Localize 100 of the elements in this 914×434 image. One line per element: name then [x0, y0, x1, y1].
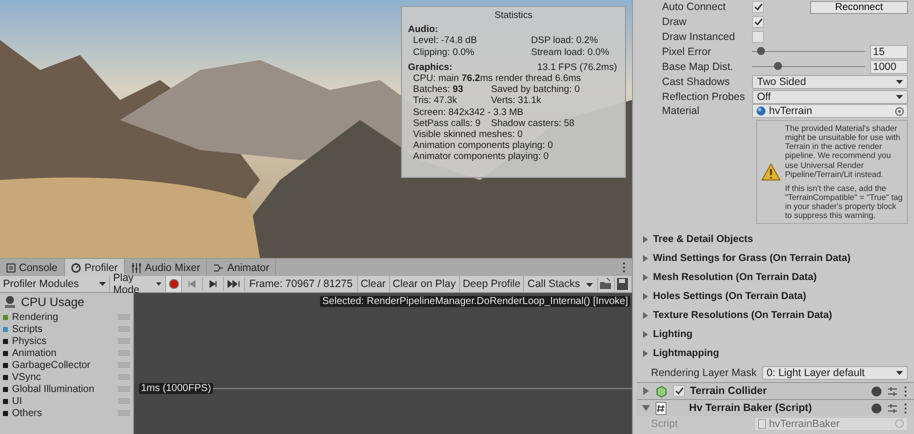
drag-handle-icon[interactable]: [118, 410, 130, 416]
caret-icon[interactable]: [583, 277, 598, 291]
foldout-arrow-icon: [642, 331, 649, 338]
selected-sample-label: Selected: RenderPipelineManager.DoRenderLoop_Internal() [Invoke]: [320, 296, 630, 307]
call-stacks-button[interactable]: Call Stacks: [523, 276, 583, 292]
drag-handle-icon[interactable]: [118, 326, 130, 332]
module-category[interactable]: GarbageCollector: [12, 360, 118, 370]
module-category[interactable]: Rendering: [12, 312, 118, 322]
stat-text: CPU: main 76.2ms render thread 6.6ms: [413, 73, 581, 84]
caret-icon: [896, 94, 903, 99]
section-heading: Graphics:: [408, 62, 452, 74]
mixer-sliders-icon: [130, 262, 142, 272]
stat-text: Verts: 31.1k: [491, 95, 542, 107]
foldout-arrow-icon: [642, 293, 649, 300]
script-icon: [655, 402, 667, 415]
foldout-arrow-icon: [642, 312, 649, 320]
load-icon[interactable]: [598, 277, 615, 291]
stat-text: Clipping: 0.0%: [413, 46, 476, 58]
more-options-icon[interactable]: [903, 402, 908, 414]
stopwatch-icon: [70, 262, 82, 273]
drag-handle-icon[interactable]: [118, 350, 130, 356]
drag-handle-icon[interactable]: [118, 386, 130, 392]
property-label: Auto Connect: [662, 1, 727, 14]
statistics-title: Statistics: [493, 10, 534, 22]
profiler-modules-dropdown[interactable]: Profiler Modules: [0, 276, 110, 292]
property-label: Draw Instanced: [662, 31, 736, 44]
drag-handle-icon[interactable]: [118, 362, 130, 368]
module-category[interactable]: Global Illumination: [12, 384, 118, 394]
module-category[interactable]: UI: [12, 396, 118, 406]
stat-text: Shadow casters: 58: [491, 118, 574, 130]
property-label: Rendering Layer Mask: [651, 366, 757, 379]
sliders-icon[interactable]: [887, 402, 898, 414]
fps-text: 13.1 FPS (76.2ms): [537, 62, 617, 74]
script-field: hvTerrainBaker: [754, 416, 908, 431]
module-title: CPU Usage: [21, 295, 84, 309]
checkbox[interactable]: [752, 16, 764, 28]
number-field[interactable]: 15: [870, 44, 908, 59]
dropdown[interactable]: Off: [752, 90, 908, 104]
stat-text: Visible skinned meshes: 0: [413, 129, 523, 140]
warning-text: The provided Material's shader might be unsuitable for use with Terrain in the active render pipeline. We recommend you use Universal Render Pipeline/Terrain/Lit instead.: [785, 124, 902, 179]
collider-cube-icon: [655, 384, 668, 398]
checkbox[interactable]: [752, 1, 764, 14]
slider-thumb[interactable]: [774, 62, 782, 70]
stat-text: SetPass calls: 9: [413, 118, 481, 130]
section-heading: Audio:: [408, 24, 440, 36]
foldout-header[interactable]: Holes Settings (On Terrain Data): [637, 287, 914, 306]
dropdown[interactable]: 0: Light Layer default: [762, 366, 908, 380]
module-category[interactable]: Scripts: [12, 324, 118, 334]
foldout-header[interactable]: Texture Resolutions (On Terrain Data): [637, 306, 914, 326]
warning-icon: [761, 163, 781, 182]
caret-icon: [156, 282, 162, 286]
foldout-header[interactable]: Mesh Resolution (On Terrain Data): [637, 268, 914, 288]
material-sphere-icon: [756, 106, 766, 116]
animator-icon: [213, 262, 224, 272]
module-category[interactable]: Physics: [12, 336, 118, 346]
component-header[interactable]: Hv Terrain Baker (Script): [637, 399, 914, 416]
checkbox[interactable]: [752, 31, 764, 44]
stat-text: Screen: 842x342 - 3.3 MB: [413, 106, 524, 118]
drag-handle-icon[interactable]: [118, 398, 130, 404]
stat-text: Animator components playing: 0: [413, 151, 549, 163]
number-field[interactable]: 1000: [870, 60, 908, 74]
caret-icon: [896, 80, 903, 84]
object-picker-icon[interactable]: [895, 106, 904, 116]
more-options-icon[interactable]: [622, 262, 626, 273]
sliders-icon[interactable]: [887, 386, 898, 397]
object-field[interactable]: hvTerrain: [752, 104, 908, 118]
stat-text: DSP load: 0.2%: [531, 35, 599, 47]
module-category[interactable]: Others: [12, 408, 118, 418]
property-label: Material: [662, 105, 700, 118]
console-icon: [6, 262, 16, 272]
dropdown[interactable]: Two Sided: [752, 74, 908, 89]
drag-handle-icon[interactable]: [118, 374, 130, 380]
caret-icon: [99, 282, 106, 286]
stat-text: Stream load: 0.0%: [531, 46, 610, 58]
checkbox[interactable]: [673, 385, 685, 398]
module-category[interactable]: VSync: [12, 372, 118, 382]
foldout-header[interactable]: Wind Settings for Grass (On Terrain Data): [637, 249, 914, 268]
property-label: Script: [651, 418, 679, 430]
slider-thumb[interactable]: [757, 47, 766, 56]
component-header[interactable]: Terrain Collider: [637, 382, 914, 400]
more-options-icon[interactable]: [903, 386, 908, 397]
property-label: Base Map Dist.: [662, 60, 734, 73]
save-icon[interactable]: [615, 277, 632, 291]
property-label: Pixel Error: [662, 46, 712, 58]
property-label: Reflection Probes: [662, 90, 746, 103]
warning-text: If this isn't the case, add the "TerrainCompatible" = "True" tag in your shader's property block to suppress this warning.: [785, 184, 904, 220]
foldout-header[interactable]: Tree & Detail Objects: [637, 230, 914, 250]
stat-text: Tris: 47.3k: [413, 95, 458, 107]
frame-counter: Frame: 70967 / 81275: [248, 278, 354, 290]
drag-handle-icon[interactable]: [118, 314, 130, 320]
drag-handle-icon[interactable]: [118, 338, 130, 344]
toolbar-button[interactable]: Clear on Play: [388, 276, 459, 292]
record-button[interactable]: [166, 276, 182, 292]
chart-marker-label: 1ms (1000FPS): [139, 383, 214, 394]
foldout-header[interactable]: Lightmapping: [637, 344, 914, 364]
module-category[interactable]: Animation: [12, 348, 118, 358]
foldout-header[interactable]: Lighting: [637, 325, 914, 344]
foldout-arrow-icon: [642, 350, 649, 358]
reconnect-button[interactable]: Reconnect: [810, 0, 908, 14]
object-picker-icon: [895, 419, 904, 428]
